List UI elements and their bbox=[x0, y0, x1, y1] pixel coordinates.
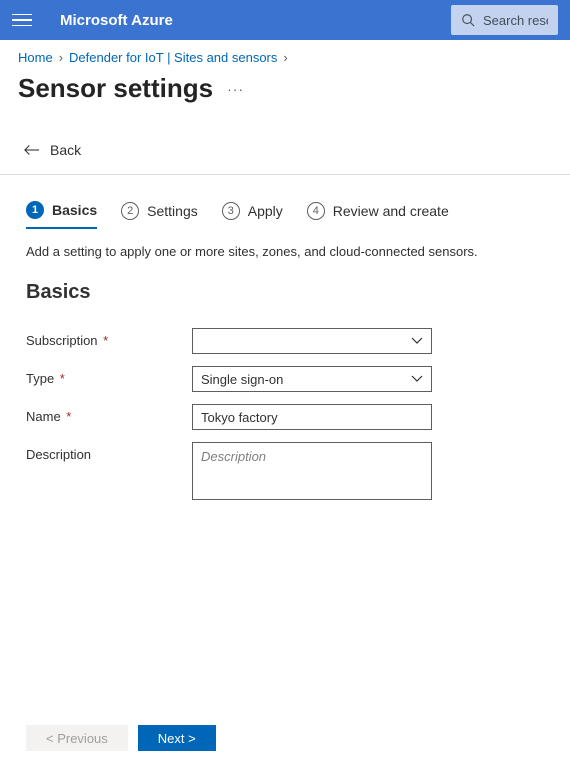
tab-review[interactable]: 4 Review and create bbox=[307, 202, 449, 228]
page-title-row: Sensor settings ··· bbox=[0, 69, 570, 104]
chevron-right-icon: › bbox=[59, 50, 63, 65]
row-type: Type * Single sign-on bbox=[26, 366, 544, 392]
type-value: Single sign-on bbox=[201, 372, 283, 387]
global-search[interactable] bbox=[451, 5, 558, 35]
step-number: 4 bbox=[307, 202, 325, 220]
step-number: 2 bbox=[121, 202, 139, 220]
chevron-down-icon bbox=[411, 337, 423, 345]
arrow-left-icon bbox=[24, 144, 40, 156]
back-button[interactable]: Back bbox=[0, 104, 570, 170]
more-actions-button[interactable]: ··· bbox=[227, 81, 244, 97]
back-label: Back bbox=[50, 142, 81, 158]
section-heading: Basics bbox=[26, 281, 544, 304]
step-label: Settings bbox=[147, 203, 198, 219]
step-number: 1 bbox=[26, 201, 44, 219]
name-input[interactable] bbox=[192, 404, 432, 430]
row-name: Name * bbox=[26, 404, 544, 430]
type-label: Type * bbox=[26, 366, 192, 386]
subscription-dropdown[interactable] bbox=[192, 328, 432, 354]
type-dropdown[interactable]: Single sign-on bbox=[192, 366, 432, 392]
step-number: 3 bbox=[222, 202, 240, 220]
subscription-label: Subscription * bbox=[26, 328, 192, 348]
name-label: Name * bbox=[26, 404, 192, 424]
next-button[interactable]: Next > bbox=[138, 725, 216, 751]
required-indicator: * bbox=[63, 409, 72, 424]
breadcrumb: Home › Defender for IoT | Sites and sens… bbox=[0, 40, 570, 69]
search-input[interactable] bbox=[483, 13, 548, 28]
tab-basics[interactable]: 1 Basics bbox=[26, 201, 97, 229]
page-title: Sensor settings bbox=[18, 73, 213, 104]
required-indicator: * bbox=[56, 371, 65, 386]
brand-label: Microsoft Azure bbox=[60, 12, 173, 29]
wizard-footer: < Previous Next > bbox=[26, 725, 216, 751]
tab-apply[interactable]: 3 Apply bbox=[222, 202, 283, 228]
main-content: 1 Basics 2 Settings 3 Apply 4 Review and… bbox=[0, 175, 570, 503]
step-label: Basics bbox=[52, 202, 97, 218]
previous-button[interactable]: < Previous bbox=[26, 725, 128, 751]
hamburger-icon[interactable] bbox=[12, 10, 32, 30]
tab-settings[interactable]: 2 Settings bbox=[121, 202, 198, 228]
search-icon bbox=[461, 13, 475, 27]
description-input[interactable] bbox=[192, 442, 432, 500]
description-label: Description bbox=[26, 442, 192, 462]
row-subscription: Subscription * bbox=[26, 328, 544, 354]
required-indicator: * bbox=[100, 333, 109, 348]
helper-text: Add a setting to apply one or more sites… bbox=[26, 244, 544, 259]
chevron-right-icon: › bbox=[283, 50, 287, 65]
step-label: Review and create bbox=[333, 203, 449, 219]
breadcrumb-home[interactable]: Home bbox=[18, 50, 53, 65]
top-header: Microsoft Azure bbox=[0, 0, 570, 40]
step-label: Apply bbox=[248, 203, 283, 219]
breadcrumb-defender[interactable]: Defender for IoT | Sites and sensors bbox=[69, 50, 277, 65]
row-description: Description bbox=[26, 442, 544, 503]
chevron-down-icon bbox=[411, 375, 423, 383]
wizard-steps: 1 Basics 2 Settings 3 Apply 4 Review and… bbox=[26, 201, 544, 230]
